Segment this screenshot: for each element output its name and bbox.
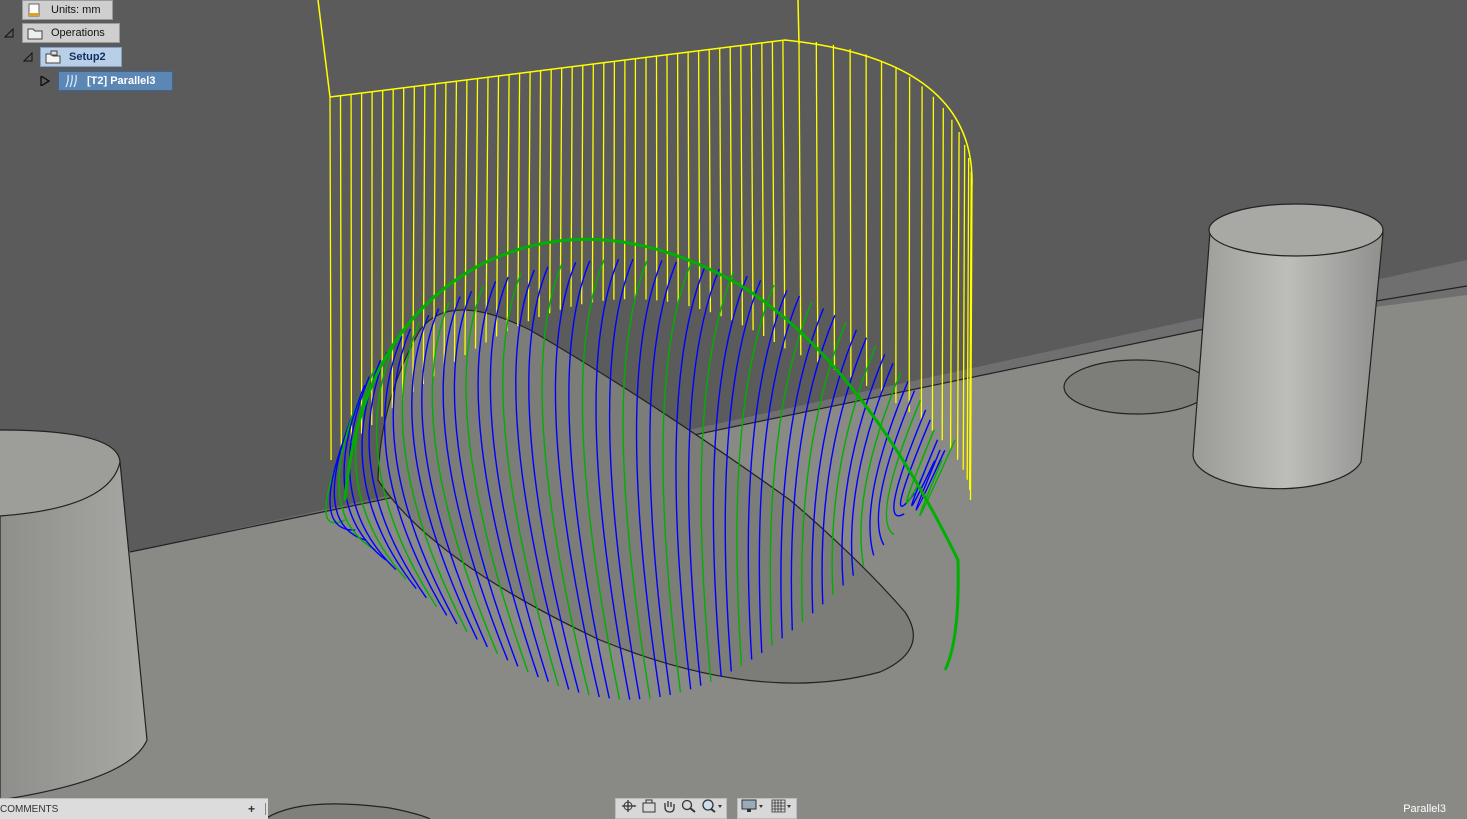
operation-label: [T2] Parallel3 — [87, 75, 156, 87]
look-at-icon[interactable] — [641, 799, 657, 818]
operations-label: Operations — [51, 27, 105, 39]
setup-node[interactable]: Setup2 — [40, 47, 122, 67]
rapid-move-line — [381, 90, 384, 417]
zoom-window-icon[interactable] — [701, 799, 723, 818]
zoom-icon[interactable] — [681, 799, 697, 818]
rapid-move-line — [920, 86, 923, 422]
operation-node-parallel3[interactable]: [T2] Parallel3 — [58, 71, 173, 91]
units-node[interactable]: Units: mm — [22, 0, 113, 20]
rapid-move-line — [339, 95, 342, 452]
pan-icon[interactable] — [661, 799, 677, 818]
orbit-icon[interactable] — [619, 799, 637, 818]
setup-label: Setup2 — [69, 51, 106, 63]
operations-node[interactable]: Operations — [22, 23, 120, 43]
units-label: Units: mm — [51, 4, 101, 16]
grid-icon[interactable] — [771, 799, 793, 818]
add-comment-button[interactable]: + — [248, 802, 255, 816]
right-cylinder — [1192, 203, 1384, 490]
graphics-viewport[interactable] — [0, 0, 1467, 819]
navigation-toolbar — [615, 798, 797, 819]
panel-divider — [265, 803, 266, 815]
rapid-move-line — [602, 62, 605, 301]
setup-icon — [45, 50, 61, 64]
rapid-move-line — [849, 49, 852, 378]
rapid-move-line — [613, 61, 616, 300]
rapid-move-line — [676, 53, 679, 304]
expand-operation-icon[interactable] — [40, 76, 50, 86]
rapid-move-line — [865, 54, 868, 386]
operations-folder-icon — [27, 26, 43, 40]
collapse-operations-icon[interactable] — [4, 28, 14, 38]
display-settings-icon[interactable] — [741, 799, 765, 818]
parallel-toolpath-icon — [63, 74, 79, 88]
active-operation-name: Parallel3 — [1403, 803, 1446, 815]
document-icon — [27, 3, 43, 17]
comments-label: COMMENTS — [0, 803, 59, 815]
collapse-setup-icon[interactable] — [23, 52, 33, 62]
floor-hole — [1063, 359, 1211, 415]
rapid-move-line — [666, 54, 669, 302]
rapid-move-line — [591, 63, 594, 303]
comments-panel[interactable]: COMMENTS + — [0, 798, 268, 819]
